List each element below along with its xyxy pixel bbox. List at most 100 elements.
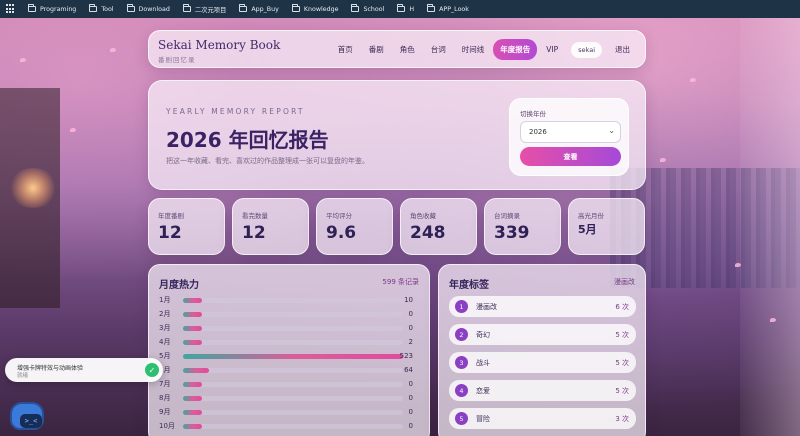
nav-home[interactable]: 首页 <box>331 40 360 59</box>
heat-month-label: 2月 <box>159 310 171 318</box>
apps-grid-icon[interactable] <box>6 4 16 14</box>
tag-row[interactable]: 5 冒险 3 次 <box>449 408 636 429</box>
heat-count: 0 <box>408 380 413 388</box>
stat-value: 12 <box>242 223 266 243</box>
heat-bar-fill <box>183 353 403 359</box>
heat-month-label: 9月 <box>159 408 171 416</box>
nav-characters[interactable]: 角色 <box>393 40 422 59</box>
heat-bar-track <box>183 339 403 345</box>
stat-label: 年度番剧 <box>158 212 184 220</box>
tag-rank-badge: 1 <box>455 300 468 313</box>
mascot-assistant-button[interactable]: >_< <box>8 398 46 434</box>
tag-row[interactable]: 2 奇幻 5 次 <box>449 324 636 345</box>
heat-month-label: 5月 <box>159 352 171 360</box>
robot-icon: >_< <box>10 402 44 430</box>
heat-bar-track <box>183 353 403 359</box>
bookmark-download[interactable]: Download <box>126 4 170 13</box>
stat-value: 248 <box>410 223 446 243</box>
folder-icon <box>351 4 360 12</box>
stat-card-quote-excerpts: 台词摘录 339 <box>484 198 561 255</box>
hero-description: 把这一年收藏、看完、喜欢过的作品整理成一张可以复盘的年鉴。 <box>166 157 369 165</box>
heat-month-label: 1月 <box>159 296 171 304</box>
heat-count: 0 <box>408 408 413 416</box>
folder-icon <box>291 4 300 12</box>
heat-bar-fill <box>183 367 210 373</box>
stat-card-character-favorites: 角色收藏 248 <box>400 198 477 255</box>
petal-decoration <box>70 128 76 132</box>
brand-title: Sekai Memory Book <box>158 38 281 52</box>
tag-rank-badge: 4 <box>455 384 468 397</box>
folder-icon <box>239 4 248 12</box>
tag-row[interactable]: 1 漫画改 6 次 <box>449 296 636 317</box>
heat-row: 10月 0 <box>159 419 421 433</box>
heat-bar-track <box>183 395 403 401</box>
heat-bar-track <box>183 311 403 317</box>
page-title: 2026 年回忆报告 <box>166 128 329 152</box>
brand[interactable]: Sekai Memory Book 番剧回忆录 <box>158 38 280 64</box>
status-toast[interactable]: 增强卡牌特效与动画体验 就绪 ✓ <box>5 358 163 382</box>
bookmark-knowledge[interactable]: Knowledge <box>291 4 338 13</box>
heat-row: 1月 10 <box>159 293 421 307</box>
bookmark-app-look[interactable]: APP_Look <box>427 4 469 13</box>
mascot-face: >_< <box>20 414 42 428</box>
bookmark-school[interactable]: School <box>351 4 384 13</box>
folder-icon <box>89 4 98 12</box>
nav-annual-report[interactable]: 年度报告 <box>493 39 538 60</box>
bookmark-h[interactable]: H <box>397 4 414 13</box>
heat-row: 5月 523 <box>159 349 421 363</box>
year-switcher-label: 切换年份 <box>520 110 546 118</box>
stat-label: 台词摘录 <box>494 212 520 220</box>
tag-count: 3 次 <box>615 414 629 423</box>
nav-logout[interactable]: 退出 <box>608 40 637 59</box>
year-switcher: 切换年份 2026 ⌄ 查看 <box>509 98 629 176</box>
tag-rank-badge: 3 <box>455 356 468 369</box>
heat-row: 9月 0 <box>159 405 421 419</box>
stat-value: 9.6 <box>326 223 357 243</box>
heat-month-label: 10月 <box>159 422 175 430</box>
tag-rank-badge: 2 <box>455 328 468 341</box>
tag-name: 漫画改 <box>476 302 497 311</box>
heat-month-label: 7月 <box>159 380 171 388</box>
heat-bar-fill <box>183 381 202 387</box>
nav-anime[interactable]: 番剧 <box>362 40 391 59</box>
folder-icon <box>28 4 36 12</box>
nav-quotes[interactable]: 台词 <box>424 40 453 59</box>
stat-card-annual-anime: 年度番剧 12 <box>148 198 225 255</box>
lamp-glow-decoration <box>8 168 58 208</box>
main-nav: 首页 番剧 角色 台词 时间线 年度报告 VIP sekai 退出 <box>329 39 637 60</box>
heat-bar-track <box>183 325 403 331</box>
tag-row[interactable]: 3 战斗 5 次 <box>449 352 636 373</box>
heat-count: 2 <box>408 338 413 346</box>
view-button[interactable]: 查看 <box>520 147 621 166</box>
tag-row[interactable]: 4 恋爱 5 次 <box>449 380 636 401</box>
user-badge[interactable]: sekai <box>571 41 602 58</box>
nav-vip[interactable]: VIP <box>539 41 565 58</box>
year-select[interactable]: 2026 ⌄ <box>520 121 621 143</box>
bookmark-anime-projects[interactable]: 二次元项目 <box>182 4 226 14</box>
tag-count: 6 次 <box>615 302 629 311</box>
panel-title: 月度热力 <box>159 280 199 291</box>
folder-icon <box>397 4 406 12</box>
chevron-down-icon: ⌄ <box>608 126 615 135</box>
heat-row: 6月 64 <box>159 363 421 377</box>
tag-rank-badge: 5 <box>455 412 468 425</box>
petal-decoration <box>20 58 26 62</box>
top-navbar: Sekai Memory Book 番剧回忆录 首页 番剧 角色 台词 时间线 … <box>148 30 646 68</box>
bookmark-tool[interactable]: Tool <box>89 4 114 13</box>
heat-month-label: 3月 <box>159 324 171 332</box>
stat-card-average-score: 平均评分 9.6 <box>316 198 393 255</box>
nav-timeline[interactable]: 时间线 <box>455 40 492 59</box>
stat-value: 5月 <box>578 223 597 236</box>
petal-decoration <box>690 78 696 82</box>
stat-card-highlight-month: 高光月份 5月 <box>568 198 645 255</box>
heat-bar-fill <box>183 423 202 429</box>
heat-row: 4月 2 <box>159 335 421 349</box>
heat-row: 3月 0 <box>159 321 421 335</box>
heat-bar-track <box>183 423 403 429</box>
report-hero: YEARLY MEMORY REPORT 2026 年回忆报告 把这一年收藏、看… <box>148 80 646 190</box>
petal-decoration <box>735 263 741 267</box>
bookmark-programing[interactable]: Programing <box>28 4 76 13</box>
heat-row: 7月 0 <box>159 377 421 391</box>
stat-label: 看完数量 <box>242 212 268 220</box>
bookmark-app-buy[interactable]: App_Buy <box>239 4 279 13</box>
